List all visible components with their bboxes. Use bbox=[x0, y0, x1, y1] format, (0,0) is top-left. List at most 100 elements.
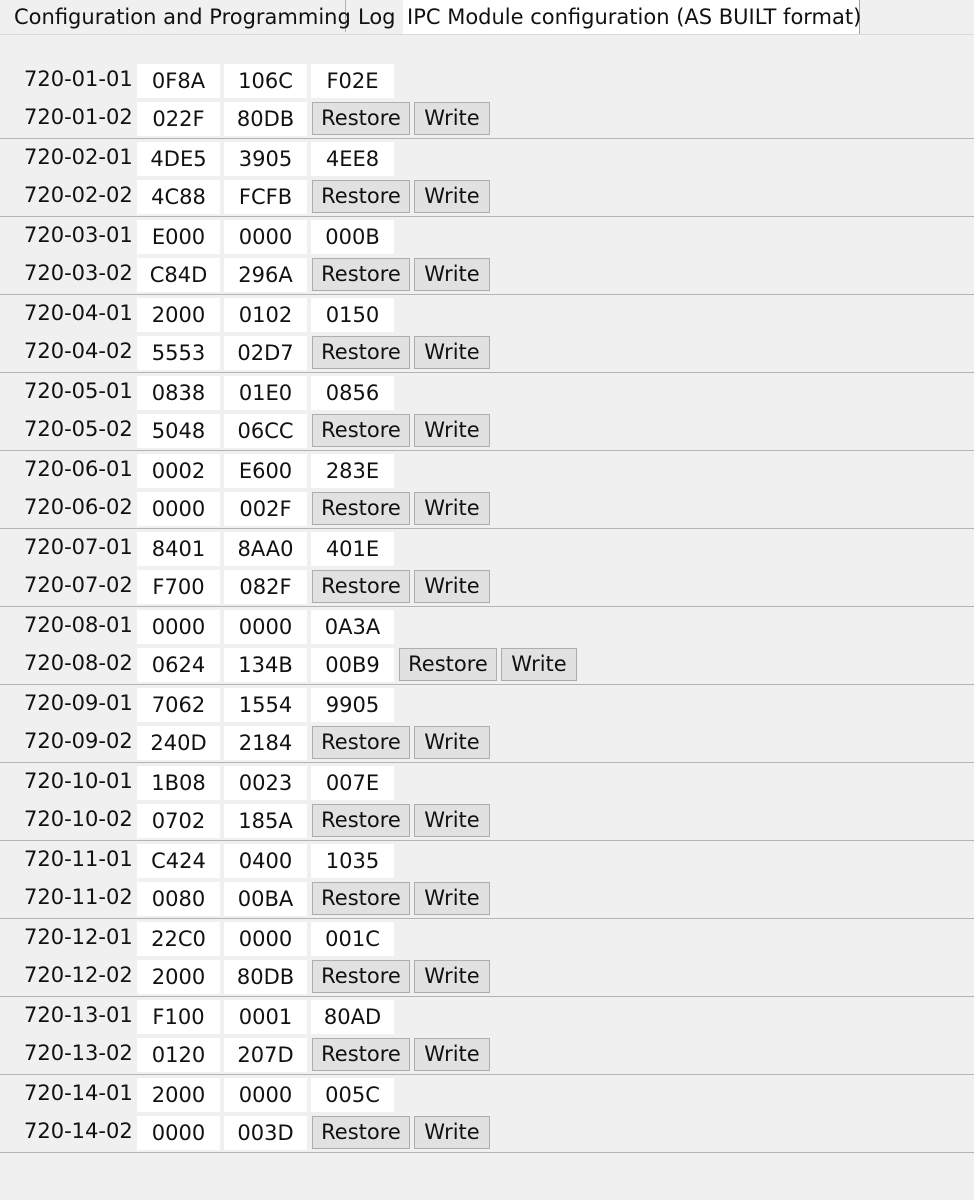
hex-value-field[interactable]: 134B bbox=[224, 648, 307, 682]
hex-value-field[interactable]: C424 bbox=[137, 844, 220, 878]
hex-value-field[interactable]: 0002 bbox=[137, 454, 220, 488]
tab-configuration-and-programming[interactable]: Configuration and Programming bbox=[0, 0, 351, 32]
hex-value-field[interactable]: F100 bbox=[137, 1000, 220, 1034]
hex-value-field[interactable]: 8AA0 bbox=[224, 532, 307, 566]
restore-button[interactable]: Restore bbox=[312, 102, 410, 135]
hex-value-field[interactable]: 06CC bbox=[224, 414, 307, 448]
hex-value-field[interactable]: 01E0 bbox=[224, 376, 307, 410]
hex-value-field[interactable]: 80AD bbox=[311, 1000, 394, 1034]
restore-button[interactable]: Restore bbox=[312, 1116, 410, 1149]
write-button[interactable]: Write bbox=[414, 570, 490, 603]
hex-value-field[interactable]: 296A bbox=[224, 258, 307, 292]
restore-button[interactable]: Restore bbox=[312, 1038, 410, 1071]
hex-value-field[interactable]: 207D bbox=[224, 1038, 307, 1072]
hex-value-field[interactable]: 005C bbox=[311, 1078, 394, 1112]
write-button[interactable]: Write bbox=[414, 804, 490, 837]
hex-value-field[interactable]: 082F bbox=[224, 570, 307, 604]
hex-value-field[interactable]: 2000 bbox=[137, 298, 220, 332]
hex-value-field[interactable]: 0000 bbox=[224, 1078, 307, 1112]
hex-value-field[interactable]: 106C bbox=[224, 64, 307, 98]
hex-value-field[interactable]: 0001 bbox=[224, 1000, 307, 1034]
hex-value-field[interactable]: 2184 bbox=[224, 726, 307, 760]
hex-value-field[interactable]: 1554 bbox=[224, 688, 307, 722]
hex-value-field[interactable]: 8401 bbox=[137, 532, 220, 566]
restore-button[interactable]: Restore bbox=[312, 882, 410, 915]
hex-value-field[interactable]: E000 bbox=[137, 220, 220, 254]
hex-value-field[interactable]: 80DB bbox=[224, 102, 307, 136]
hex-value-field[interactable]: 001C bbox=[311, 922, 394, 956]
write-button[interactable]: Write bbox=[414, 102, 490, 135]
hex-value-field[interactable]: 9905 bbox=[311, 688, 394, 722]
hex-value-field[interactable]: 0150 bbox=[311, 298, 394, 332]
write-button[interactable]: Write bbox=[414, 492, 490, 525]
write-button[interactable]: Write bbox=[414, 1116, 490, 1149]
hex-value-field[interactable]: 2000 bbox=[137, 960, 220, 994]
hex-value-field[interactable]: C84D bbox=[137, 258, 220, 292]
hex-value-field[interactable]: 0856 bbox=[311, 376, 394, 410]
restore-button[interactable]: Restore bbox=[312, 414, 410, 447]
hex-value-field[interactable]: 022F bbox=[137, 102, 220, 136]
hex-value-field[interactable]: 283E bbox=[311, 454, 394, 488]
restore-button[interactable]: Restore bbox=[312, 726, 410, 759]
hex-value-field[interactable]: 0F8A bbox=[137, 64, 220, 98]
hex-value-field[interactable]: 0400 bbox=[224, 844, 307, 878]
write-button[interactable]: Write bbox=[414, 258, 490, 291]
write-button[interactable]: Write bbox=[414, 960, 490, 993]
hex-value-field[interactable]: F02E bbox=[311, 64, 394, 98]
hex-value-field[interactable]: 401E bbox=[311, 532, 394, 566]
restore-button[interactable]: Restore bbox=[312, 804, 410, 837]
write-button[interactable]: Write bbox=[501, 648, 577, 681]
write-button[interactable]: Write bbox=[414, 726, 490, 759]
hex-value-field[interactable]: F700 bbox=[137, 570, 220, 604]
hex-value-field[interactable]: 4EE8 bbox=[311, 142, 394, 176]
tab-ipc-module-configuration[interactable]: IPC Module configuration (AS BUILT forma… bbox=[403, 0, 861, 34]
hex-value-field[interactable]: 7062 bbox=[137, 688, 220, 722]
hex-value-field[interactable]: FCFB bbox=[224, 180, 307, 214]
hex-value-field[interactable]: 0000 bbox=[224, 610, 307, 644]
hex-value-field[interactable]: 5048 bbox=[137, 414, 220, 448]
hex-value-field[interactable]: 3905 bbox=[224, 142, 307, 176]
hex-value-field[interactable]: 0120 bbox=[137, 1038, 220, 1072]
hex-value-field[interactable]: 4DE5 bbox=[137, 142, 220, 176]
hex-value-field[interactable]: 0000 bbox=[224, 220, 307, 254]
hex-value-field[interactable]: 003D bbox=[224, 1116, 307, 1150]
hex-value-field[interactable]: 22C0 bbox=[137, 922, 220, 956]
hex-value-field[interactable]: 02D7 bbox=[224, 336, 307, 370]
hex-value-field[interactable]: 000B bbox=[311, 220, 394, 254]
write-button[interactable]: Write bbox=[414, 1038, 490, 1071]
write-button[interactable]: Write bbox=[414, 882, 490, 915]
hex-value-field[interactable]: 0023 bbox=[224, 766, 307, 800]
restore-button[interactable]: Restore bbox=[312, 258, 410, 291]
hex-value-field[interactable]: 0000 bbox=[224, 922, 307, 956]
restore-button[interactable]: Restore bbox=[312, 180, 410, 213]
hex-value-field[interactable]: 1035 bbox=[311, 844, 394, 878]
hex-value-field[interactable]: 1B08 bbox=[137, 766, 220, 800]
hex-value-field[interactable]: 5553 bbox=[137, 336, 220, 370]
restore-button[interactable]: Restore bbox=[312, 570, 410, 603]
write-button[interactable]: Write bbox=[414, 414, 490, 447]
hex-value-field[interactable]: 0838 bbox=[137, 376, 220, 410]
hex-value-field[interactable]: 002F bbox=[224, 492, 307, 526]
hex-value-field[interactable]: 0702 bbox=[137, 804, 220, 838]
hex-value-field[interactable]: 0000 bbox=[137, 492, 220, 526]
write-button[interactable]: Write bbox=[414, 336, 490, 369]
write-button[interactable]: Write bbox=[414, 180, 490, 213]
hex-value-field[interactable]: 00B9 bbox=[311, 648, 394, 682]
hex-value-field[interactable]: 240D bbox=[137, 726, 220, 760]
hex-value-field[interactable]: E600 bbox=[224, 454, 307, 488]
restore-button[interactable]: Restore bbox=[312, 492, 410, 525]
hex-value-field[interactable]: 0102 bbox=[224, 298, 307, 332]
hex-value-field[interactable]: 00BA bbox=[224, 882, 307, 916]
restore-button[interactable]: Restore bbox=[312, 336, 410, 369]
hex-value-field[interactable]: 007E bbox=[311, 766, 394, 800]
hex-value-field[interactable]: 185A bbox=[224, 804, 307, 838]
hex-value-field[interactable]: 0A3A bbox=[311, 610, 394, 644]
restore-button[interactable]: Restore bbox=[312, 960, 410, 993]
hex-value-field[interactable]: 4C88 bbox=[137, 180, 220, 214]
hex-value-field[interactable]: 0000 bbox=[137, 1116, 220, 1150]
hex-value-field[interactable]: 80DB bbox=[224, 960, 307, 994]
hex-value-field[interactable]: 2000 bbox=[137, 1078, 220, 1112]
tab-log[interactable]: Log bbox=[347, 0, 403, 32]
restore-button[interactable]: Restore bbox=[399, 648, 497, 681]
hex-value-field[interactable]: 0624 bbox=[137, 648, 220, 682]
